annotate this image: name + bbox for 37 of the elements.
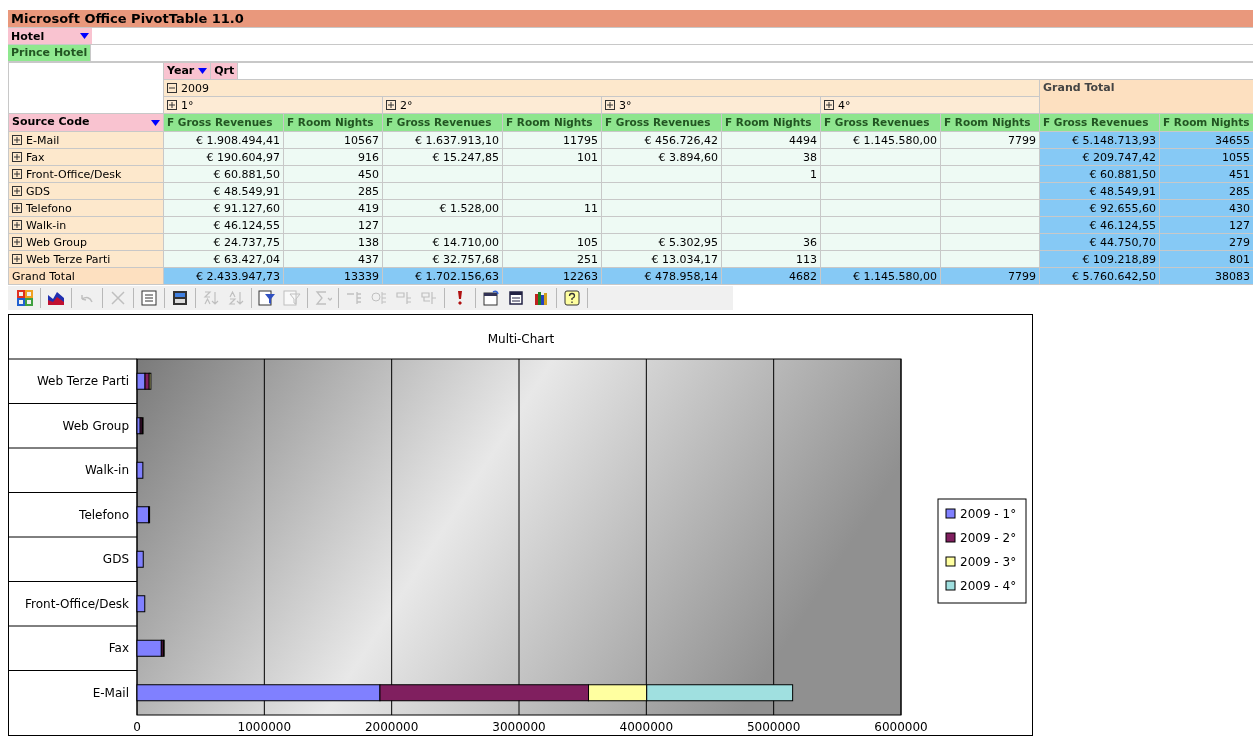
- row-label: Telefono: [26, 200, 72, 216]
- axis-tick-label: 0: [133, 720, 141, 734]
- grand-total-header: Grand Total: [1039, 79, 1253, 114]
- chart-title: Multi-Chart: [487, 332, 555, 346]
- axis-tick-label: 2000000: [364, 720, 419, 734]
- category-label: Web Terze Parti: [36, 374, 129, 389]
- row-label: Web Terze Parti: [26, 251, 111, 267]
- year-label: 2009: [181, 80, 209, 96]
- legend-label: 2009 - 2°: [960, 531, 1017, 545]
- row-label: Web Group: [26, 234, 87, 250]
- legend-label: 2009 - 3°: [960, 555, 1017, 569]
- quarter-label: 2°: [400, 97, 413, 113]
- row-label: Grand Total: [12, 269, 75, 283]
- axis-tick-label: 3000000: [492, 720, 546, 734]
- quarter-label: 3°: [619, 97, 632, 113]
- axis-tick-label: 4000000: [619, 720, 674, 734]
- page-field-value: Prince Hotel: [8, 45, 92, 61]
- row-label: GDS: [26, 183, 50, 199]
- quarter-label: 1°: [181, 97, 194, 113]
- category-label: Web Group: [62, 418, 129, 433]
- pivot-title-bar: Microsoft Office PivotTable 11.0: [8, 10, 1253, 28]
- axis-tick-label: 5000000: [746, 720, 801, 734]
- category-label: Walk-in: [85, 463, 129, 478]
- category-label: GDS: [102, 552, 129, 567]
- category-label: Front-Office/Desk: [25, 596, 129, 611]
- legend-label: 2009 - 1°: [960, 507, 1017, 521]
- row-label: Front-Office/Desk: [26, 166, 122, 182]
- legend-label: 2009 - 4°: [960, 579, 1017, 593]
- quarter-label: 4°: [838, 97, 851, 113]
- axis-tick-label: 1000000: [237, 720, 292, 734]
- row-label: Fax: [26, 149, 45, 165]
- row-label: Walk-in: [26, 217, 67, 233]
- category-label: E-Mail: [92, 685, 129, 700]
- category-label: Telefono: [79, 507, 129, 522]
- axis-tick-label: 6000000: [874, 720, 928, 734]
- row-label: E-Mail: [26, 132, 60, 148]
- category-label: Fax: [108, 641, 129, 656]
